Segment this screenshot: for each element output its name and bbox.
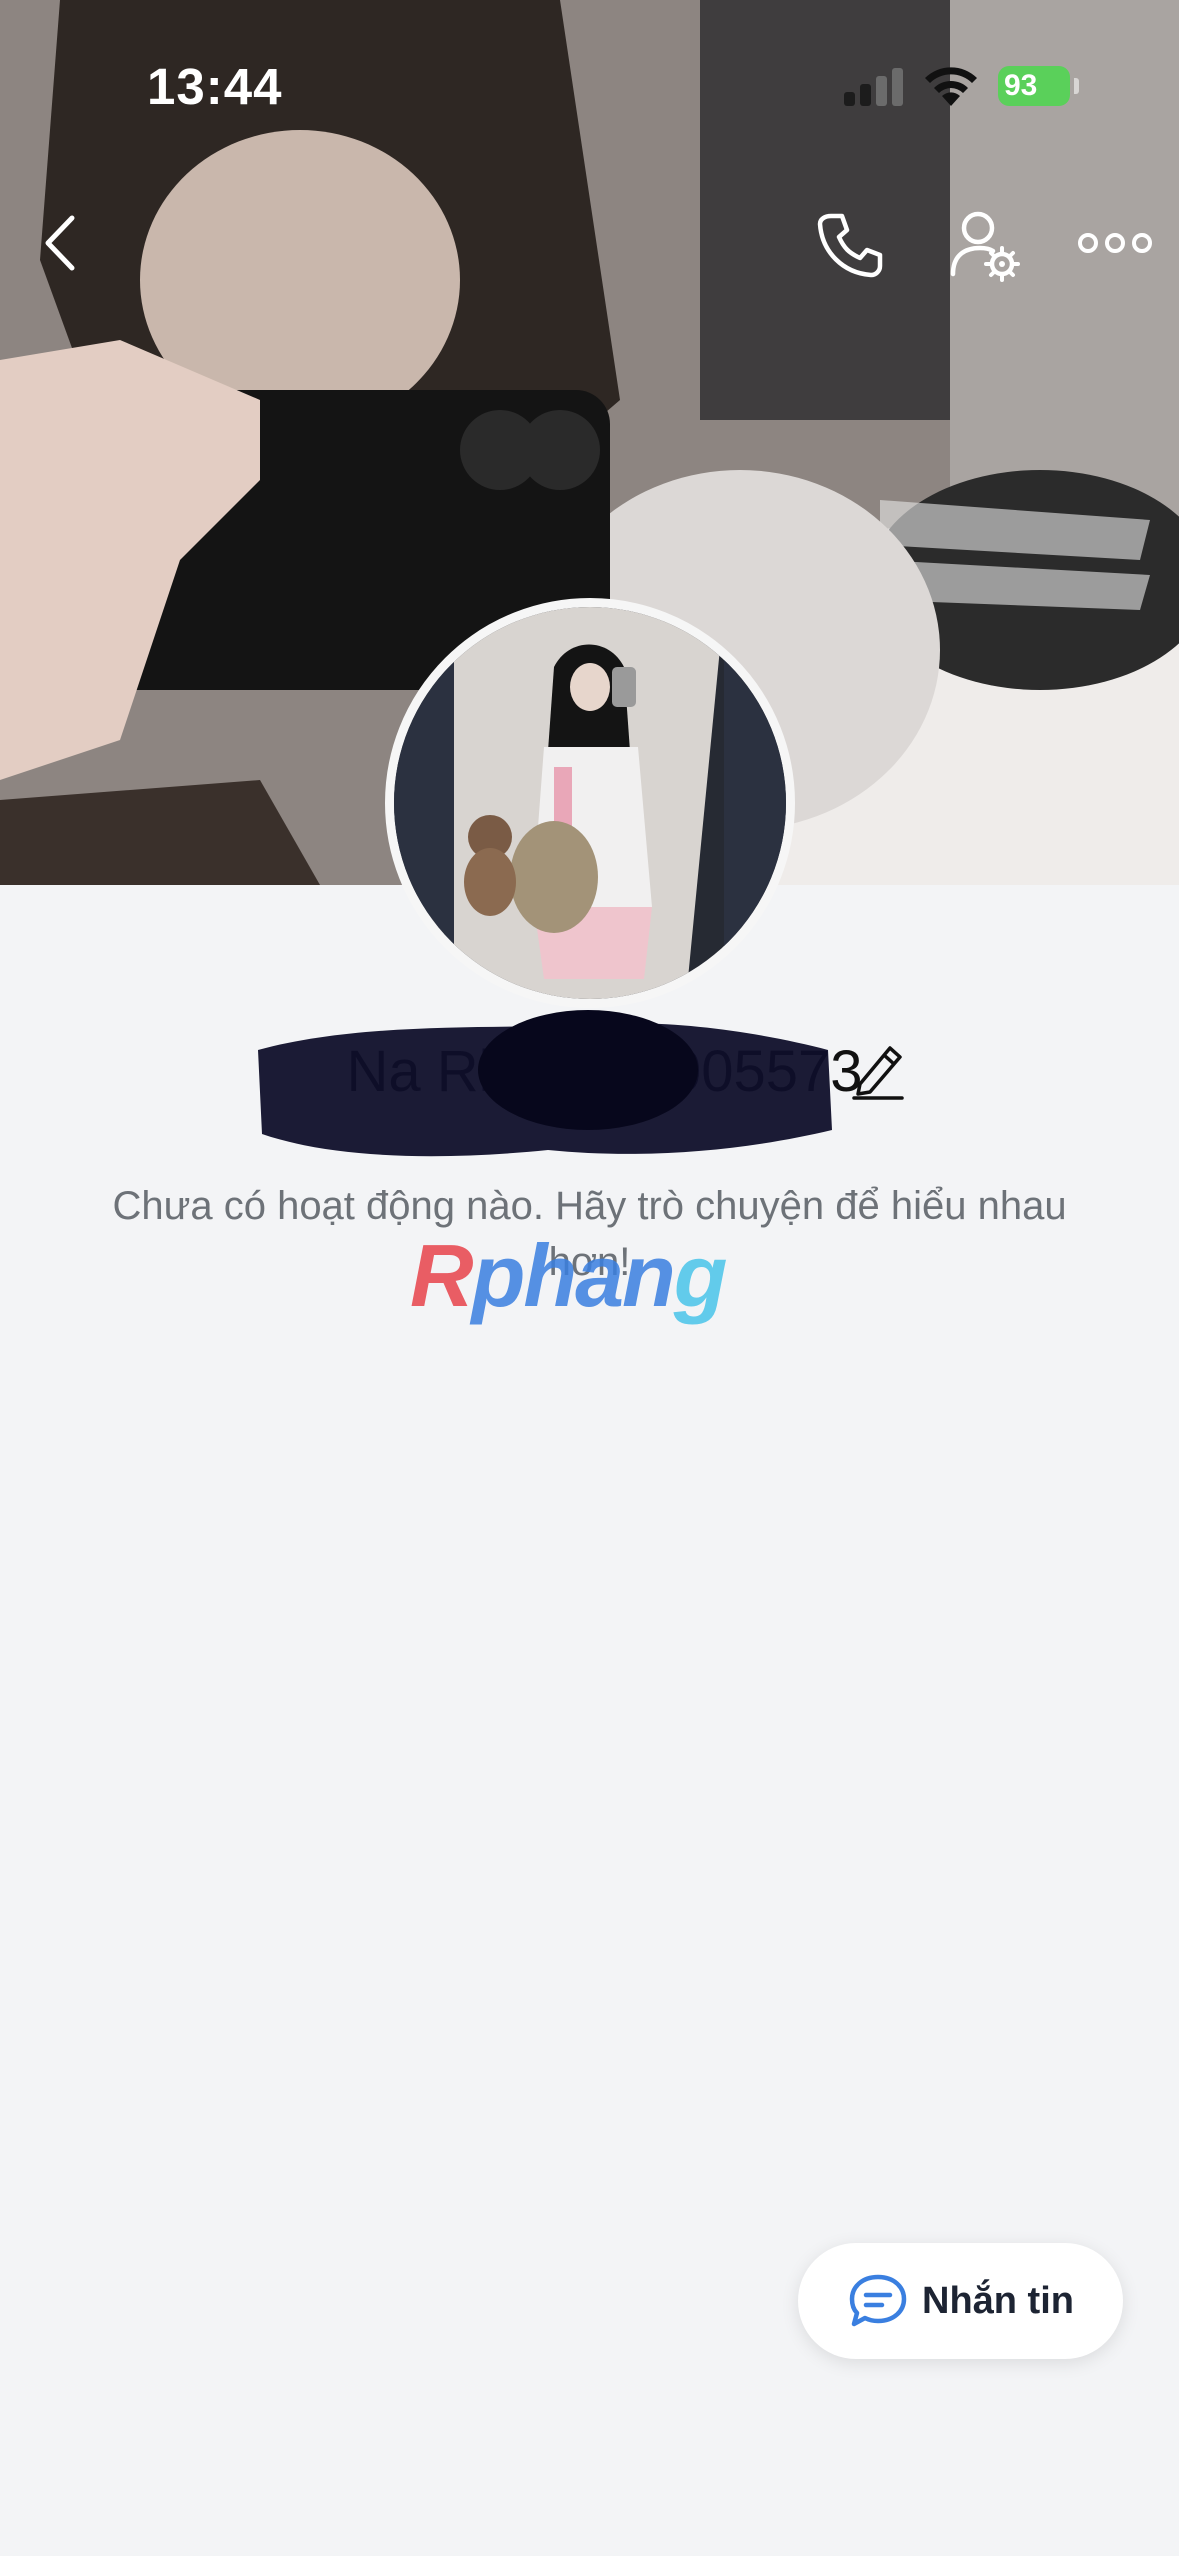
battery-level: 93: [1004, 69, 1038, 102]
back-button[interactable]: [38, 212, 88, 274]
call-button[interactable]: [815, 210, 885, 280]
wifi-icon: [925, 67, 977, 106]
redaction-scribble: [258, 1010, 832, 1157]
cellular-signal-icon: [844, 68, 903, 106]
more-options-button[interactable]: [1078, 225, 1152, 261]
phone-icon: [817, 213, 883, 278]
back-icon: [45, 215, 75, 271]
watermark-part-1: R: [410, 1226, 474, 1325]
send-message-button[interactable]: Nhắn tin: [798, 2243, 1123, 2359]
watermark-part-2: phan: [471, 1226, 676, 1325]
chat-bubble-icon: [849, 2274, 907, 2327]
user-settings-icon: [950, 211, 1020, 282]
watermark-logo: Rphang: [410, 1225, 770, 1325]
battery-indicator: 93: [998, 66, 1070, 106]
more-icon: [1078, 233, 1152, 253]
avatar-image: [394, 607, 786, 999]
send-message-label: Nhắn tin: [922, 2279, 1074, 2322]
edit-name-button[interactable]: [850, 1040, 906, 1100]
battery-cap: [1074, 78, 1079, 94]
watermark-part-3: g: [673, 1226, 728, 1325]
status-time: 13:44: [147, 58, 283, 115]
profile-avatar[interactable]: [385, 598, 795, 1008]
pencil-icon: [852, 1046, 904, 1100]
profile-settings-button[interactable]: [950, 208, 1020, 282]
status-bar: 13:44 93: [0, 0, 1179, 150]
